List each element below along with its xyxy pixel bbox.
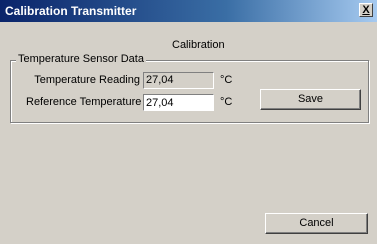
close-button[interactable]: X xyxy=(359,3,373,17)
reference-temperature-input[interactable] xyxy=(143,94,214,111)
title-bar[interactable]: Calibration Transmitter X xyxy=(0,0,377,22)
calibration-dialog: Calibration Transmitter X Calibration Te… xyxy=(0,0,377,244)
page-title: Calibration xyxy=(172,39,225,51)
reference-temperature-unit: °C xyxy=(220,96,233,108)
cancel-button[interactable]: Cancel xyxy=(265,213,368,234)
temperature-reading-field: 27,04 xyxy=(143,72,214,89)
window-title: Calibration Transmitter xyxy=(5,4,137,18)
temperature-reading-unit: °C xyxy=(220,74,233,86)
reference-temperature-label: Reference Temperature xyxy=(26,96,142,108)
save-button[interactable]: Save xyxy=(260,89,361,110)
temperature-reading-label: Temperature Reading xyxy=(34,74,140,86)
group-legend: Temperature Sensor Data xyxy=(16,53,146,65)
close-icon: X xyxy=(362,4,370,16)
